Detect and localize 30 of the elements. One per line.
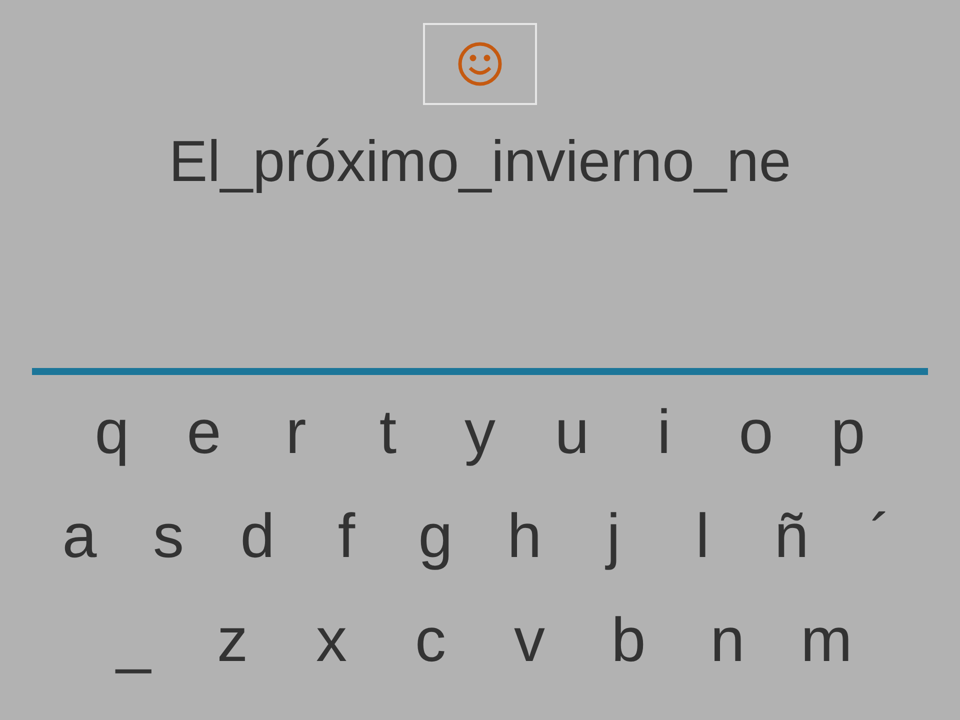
letter-key[interactable]: v — [480, 607, 579, 675]
letter-key[interactable]: u — [526, 399, 618, 467]
letter-key[interactable]: d — [213, 503, 302, 571]
letter-key[interactable]: l — [658, 503, 747, 571]
phrase-text: El_próximo_invierno_ne — [168, 128, 792, 196]
letter-key[interactable]: q — [66, 399, 158, 467]
letter-key[interactable]: j — [569, 503, 658, 571]
letter-key[interactable]: m — [777, 607, 876, 675]
letter-key[interactable]: h — [480, 503, 569, 571]
letter-key[interactable]: s — [124, 503, 213, 571]
letter-key[interactable]: ´ — [836, 503, 925, 571]
letter-key[interactable]: ñ — [747, 503, 836, 571]
letter-key[interactable]: n — [678, 607, 777, 675]
smiley-icon — [456, 40, 504, 88]
letter-key[interactable]: p — [802, 399, 894, 467]
letter-key[interactable]: _ — [84, 607, 183, 675]
letter-key[interactable]: r — [250, 399, 342, 467]
letter-key[interactable]: e — [158, 399, 250, 467]
letter-key[interactable]: i — [618, 399, 710, 467]
letter-key[interactable]: y — [434, 399, 526, 467]
hint-box[interactable] — [423, 23, 537, 105]
letter-key[interactable]: z — [183, 607, 282, 675]
letter-key[interactable]: b — [579, 607, 678, 675]
letter-key[interactable]: g — [391, 503, 480, 571]
letter-key[interactable]: f — [302, 503, 391, 571]
letter-key[interactable]: a — [35, 503, 124, 571]
letter-key[interactable]: c — [381, 607, 480, 675]
letter-key[interactable]: o — [710, 399, 802, 467]
letter-key[interactable]: t — [342, 399, 434, 467]
letter-key[interactable]: x — [282, 607, 381, 675]
